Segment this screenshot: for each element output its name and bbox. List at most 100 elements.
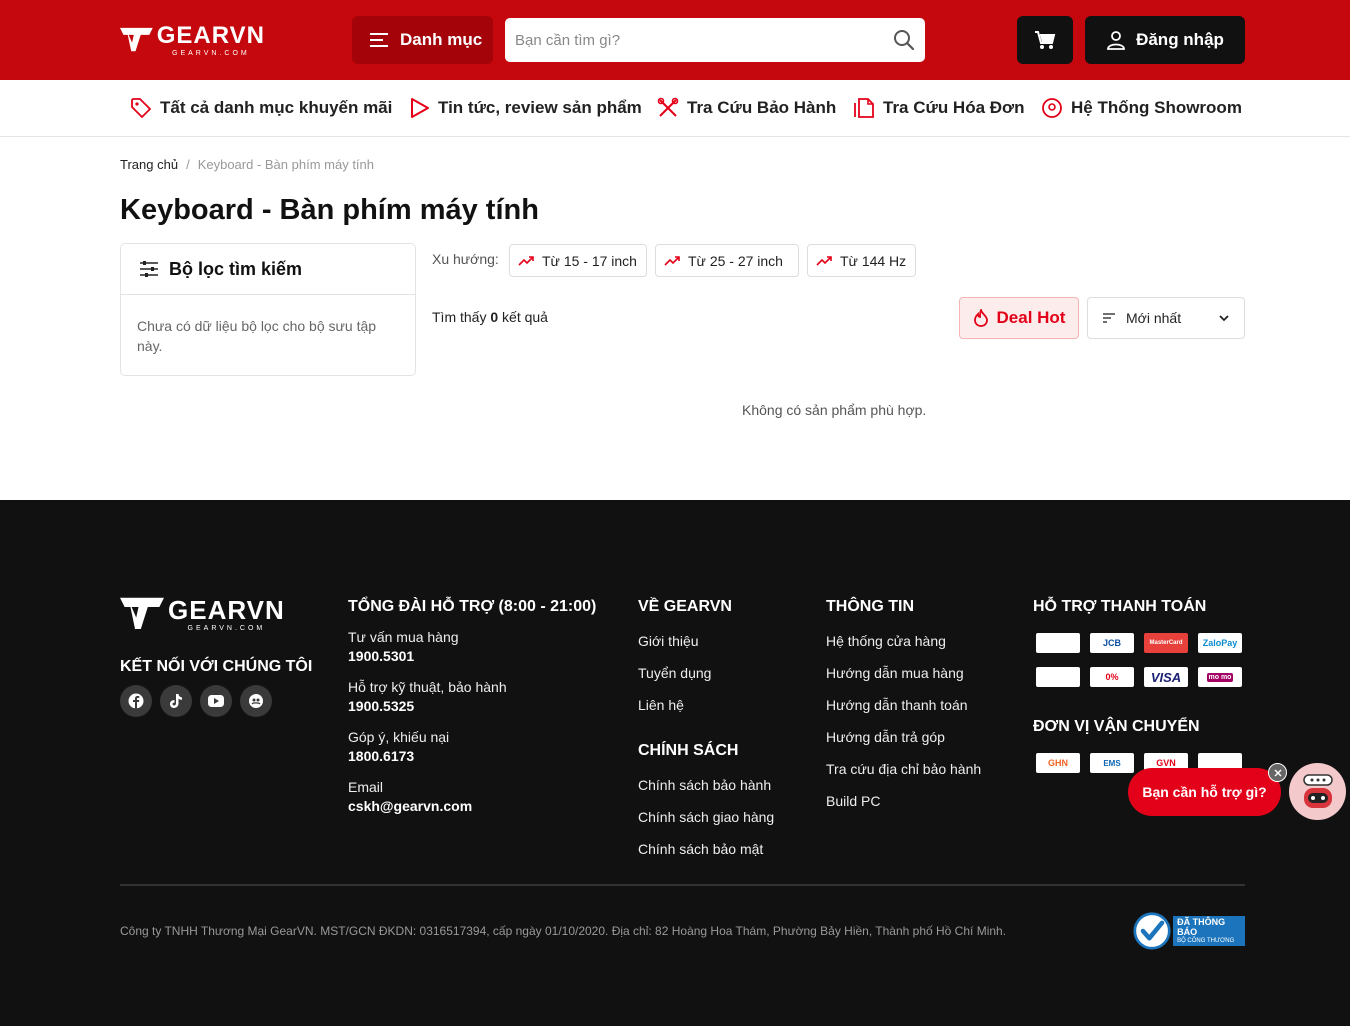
tiktok-link[interactable] [160, 685, 192, 717]
breadcrumb-current: Keyboard - Bàn phím máy tính [197, 157, 374, 172]
tools-icon [657, 97, 679, 117]
shipping-title: ĐƠN VỊ VẬN CHUYỂN [1033, 718, 1200, 735]
footer-link-careers[interactable]: Tuyển dụng [638, 665, 711, 681]
payment-logo-momo: mo mo [1198, 667, 1242, 687]
about-title: VỀ GEARVN [638, 598, 732, 615]
filter-title: Bộ lọc tìm kiếm [169, 258, 303, 279]
support-phone-technical[interactable]: 1900.5325 [348, 698, 414, 714]
support-label: Tư vấn mua hàng [348, 629, 459, 645]
result-count-number: 0 [490, 309, 499, 325]
gearvn-logo[interactable]: GEARVN GEARVN.COM [120, 22, 265, 58]
search-icon[interactable] [893, 29, 915, 51]
support-phone-feedback[interactable]: 1800.6173 [348, 748, 414, 764]
zalo-group-link[interactable] [240, 685, 272, 717]
trend-chip[interactable]: Từ 15 - 17 inch [509, 244, 647, 277]
subnav-label: Hệ Thống Showroom [1071, 98, 1242, 117]
info-title: THÔNG TIN [826, 598, 914, 615]
payment-logo-mastercard: MasterCard [1144, 633, 1188, 653]
payment-logo-zalopay: ZaloPay [1198, 633, 1242, 653]
robot-icon [1302, 773, 1333, 808]
trend-chip[interactable]: Từ 25 - 27 inch [655, 244, 799, 277]
search-input[interactable] [515, 31, 893, 49]
trending-up-icon [518, 255, 534, 266]
sort-select[interactable]: Mới nhất [1087, 297, 1245, 339]
logo-text: GEARVN [156, 21, 265, 49]
filter-header[interactable]: Bộ lọc tìm kiếm [121, 244, 415, 295]
footer-divider [120, 884, 1245, 886]
hamburger-icon [370, 33, 388, 47]
bct-line2: BỘ CÔNG THƯƠNG [1177, 937, 1235, 944]
breadcrumb-separator: / [186, 157, 190, 172]
footer-link-stores[interactable]: Hệ thống cửa hàng [826, 633, 946, 649]
footer-link-warranty-policy[interactable]: Chính sách bảo hành [638, 777, 771, 793]
footer-link-about[interactable]: Giới thiệu [638, 633, 699, 649]
shipping-logo-ghn: GHN [1036, 753, 1080, 773]
close-icon [1274, 769, 1281, 776]
logo-subtext: GEARVN.COM [172, 49, 250, 57]
deal-hot-button[interactable]: Deal Hot [959, 297, 1079, 339]
support-email-link[interactable]: cskh@gearvn.com [348, 798, 472, 814]
chat-bot-avatar[interactable] [1289, 763, 1346, 820]
cart-button[interactable] [1017, 16, 1073, 64]
trend-chip-label: Từ 144 Hz [840, 252, 907, 269]
policy-title: CHÍNH SÁCH [638, 742, 739, 759]
footer-link-warranty-address[interactable]: Tra cứu địa chỉ bảo hành [826, 761, 981, 777]
footer-link-payment-guide[interactable]: Hướng dẫn thanh toán [826, 697, 968, 713]
support-label: Email [348, 779, 384, 795]
footer-link-buying-guide[interactable]: Hướng dẫn mua hàng [826, 665, 964, 681]
footer-logo-text: GEARVN [168, 594, 285, 625]
login-label: Đăng nhập [1136, 30, 1224, 49]
subnav-item-promotions[interactable]: Tất cả danh mục khuyến mãi [130, 94, 392, 122]
support-phone-sales[interactable]: 1900.5301 [348, 648, 414, 664]
search-bar [505, 18, 925, 62]
tag-icon [131, 98, 152, 119]
category-menu-button[interactable]: Danh mục [352, 16, 493, 64]
subnav-label: Tra Cứu Bảo Hành [687, 98, 837, 117]
subnav-item-invoice-lookup[interactable]: Tra Cứu Hóa Đơn [853, 94, 1025, 122]
facebook-link[interactable] [120, 685, 152, 717]
chat-close-button[interactable] [1268, 763, 1287, 782]
fire-icon [973, 309, 988, 327]
payment-logo-jcb: JCB [1090, 633, 1134, 653]
login-button[interactable]: Đăng nhập [1085, 16, 1245, 64]
trend-chip[interactable]: Từ 144 Hz [807, 244, 916, 277]
youtube-icon [208, 695, 224, 707]
group-chat-icon [249, 694, 263, 708]
facebook-icon [128, 693, 144, 709]
logo-mark-icon [120, 27, 153, 52]
subnav-item-news[interactable]: Tin tức, review sản phẩm [408, 94, 642, 122]
footer-link-shipping-policy[interactable]: Chính sách giao hàng [638, 809, 774, 825]
verified-check-icon [1133, 912, 1171, 950]
subnav-label: Tra Cứu Hóa Đơn [883, 98, 1025, 117]
payment-logo-cash [1036, 667, 1080, 687]
footer-link-contact[interactable]: Liên hệ [638, 697, 684, 713]
payment-title: HỖ TRỢ THANH TOÁN [1033, 598, 1207, 615]
payment-logo-visa: VISA [1144, 667, 1188, 687]
bct-line1: ĐÃ THÔNG BÁO [1177, 916, 1226, 937]
user-icon [1107, 31, 1125, 50]
no-products-message: Không có sản phẩm phù hợp. [742, 402, 927, 418]
payment-logo-bank [1036, 633, 1080, 653]
chat-support-bubble[interactable]: Bạn cần hỗ trợ gì? [1128, 768, 1281, 816]
filter-panel: Bộ lọc tìm kiếm Chưa có dữ liệu bộ lọc c… [120, 243, 416, 376]
sort-selected-value: Mới nhất [1126, 310, 1182, 326]
subnav-label: Tin tức, review sản phẩm [438, 98, 642, 117]
footer-link-build-pc[interactable]: Build PC [826, 793, 880, 809]
location-icon [1042, 98, 1062, 118]
subnav-item-showroom[interactable]: Hệ Thống Showroom [1041, 94, 1242, 122]
footer-link-privacy-policy[interactable]: Chính sách bảo mật [638, 841, 763, 857]
deal-hot-label: Deal Hot [996, 308, 1066, 327]
footer-link-installment-guide[interactable]: Hướng dẫn trả góp [826, 729, 945, 745]
category-menu-label: Danh mục [400, 30, 483, 49]
logo-mark-icon [120, 597, 164, 630]
youtube-link[interactable] [200, 685, 232, 717]
footer-logo[interactable]: GEARVN GEARVN.COM [120, 594, 285, 634]
trend-label: Xu hướng: [432, 251, 499, 267]
payment-logo-installment: 0% [1090, 667, 1134, 687]
tiktok-icon [170, 694, 182, 708]
page-title: Keyboard - Bàn phím máy tính [120, 194, 539, 226]
bo-cong-thuong-badge[interactable]: ĐÃ THÔNG BÁO BỘ CÔNG THƯƠNG [1133, 910, 1245, 952]
subnav-item-warranty-lookup[interactable]: Tra Cứu Bảo Hành [657, 94, 836, 122]
breadcrumb-home-link[interactable]: Trang chủ [120, 157, 178, 172]
breadcrumb: Trang chủ / Keyboard - Bàn phím máy tính [120, 157, 374, 172]
